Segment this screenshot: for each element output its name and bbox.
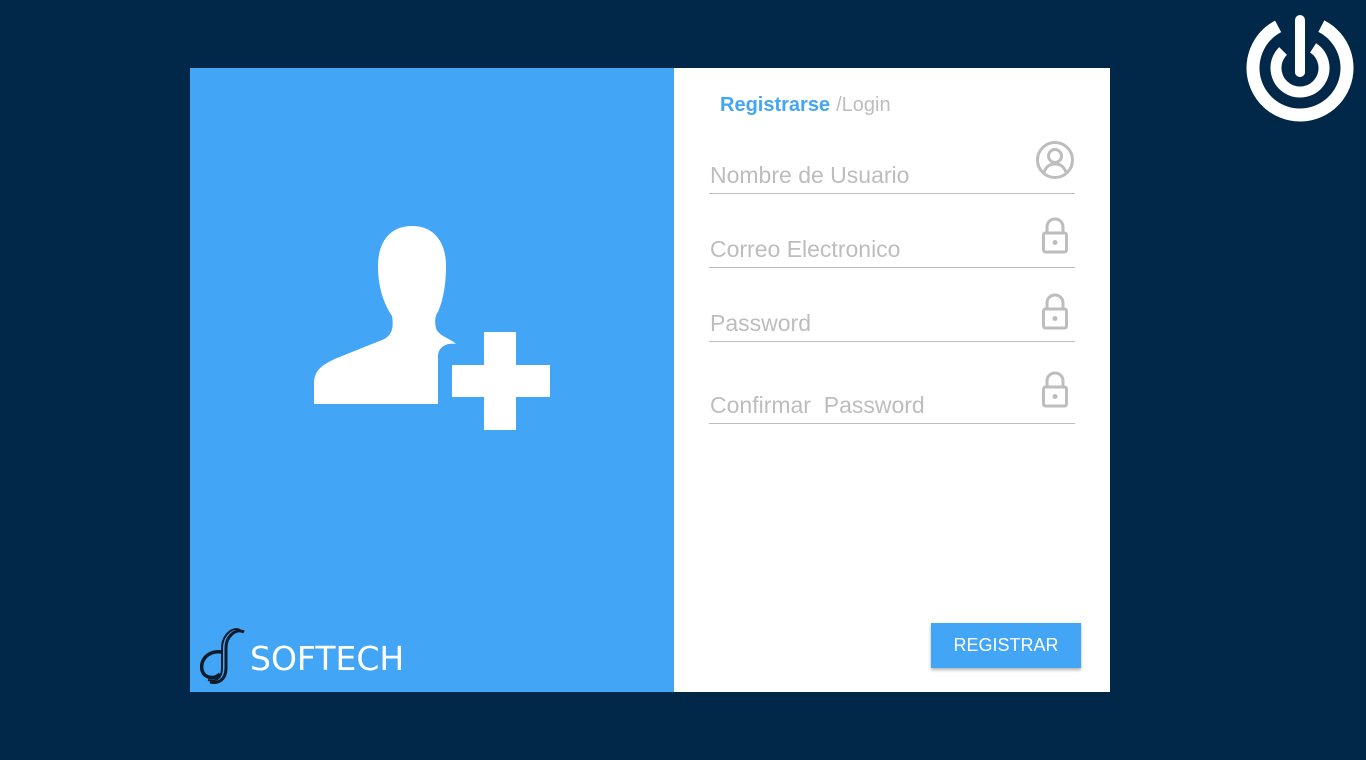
brand-mark-icon [200,628,245,684]
power-icon [1246,14,1354,122]
brand-name: SOFTECH [250,638,405,678]
email-input[interactable] [709,233,1010,265]
username-field [709,141,1075,194]
confirm-password-input[interactable] [709,389,1010,421]
tab-login[interactable]: Login [842,94,891,117]
hero-panel: SOFTECH [190,68,674,692]
password-field [709,293,1075,342]
password-input[interactable] [709,307,1010,339]
username-input[interactable] [709,159,1010,191]
register-button[interactable]: REGISTRAR [931,623,1081,668]
lock-icon [1042,371,1068,408]
user-circle-icon [1036,141,1074,179]
confirm-password-field [709,371,1075,424]
lock-icon [1042,217,1068,254]
tab-register[interactable]: Registrarse [720,94,830,117]
auth-tabs: Registrarse / Login [720,94,891,117]
user-add-icon [314,226,550,430]
power-button[interactable] [1244,12,1356,124]
form-panel: Registrarse / Login Nombre de Usuario Co… [674,68,1110,692]
email-field [709,217,1075,268]
lock-icon [1042,293,1068,330]
register-card: SOFTECH Registrarse / Login Nombre de Us… [190,68,1110,692]
brand-logo: SOFTECH [200,628,404,686]
